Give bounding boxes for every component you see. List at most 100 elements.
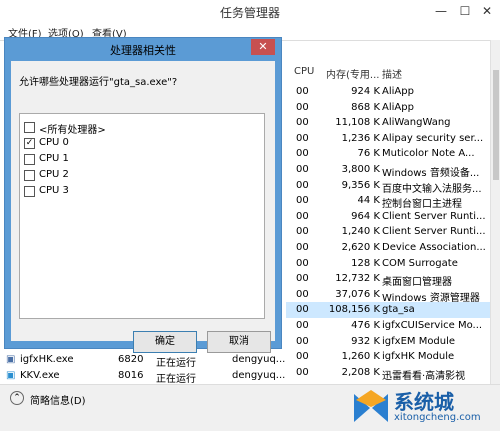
cell-cpu: 00 xyxy=(296,148,309,160)
taskmgr-titlebar: 任务管理器 — ☐ ✕ xyxy=(0,0,500,24)
checkbox-label: CPU 1 xyxy=(39,153,69,164)
table-row[interactable]: 00 1,240 K Client Server Runti... xyxy=(286,224,490,240)
process-icon: ▣ xyxy=(6,354,16,365)
table-row[interactable]: 00 76 K Muticolor Note A... xyxy=(286,146,490,162)
table-row[interactable]: 00 11,108 K AliWangWang xyxy=(286,115,490,131)
checkbox[interactable] xyxy=(24,154,35,165)
cell-desc: AliWangWang xyxy=(382,117,451,129)
checkbox-label: CPU 3 xyxy=(39,185,69,196)
checkbox-label: CPU 2 xyxy=(39,169,69,180)
cell-cpu: 00 xyxy=(296,117,309,129)
cell-mem: 932 K xyxy=(351,335,380,347)
checkbox-checked[interactable]: ✓ xyxy=(24,138,35,149)
cell-mem: 37,076 K xyxy=(335,288,380,300)
cell-mem: 128 K xyxy=(351,257,380,269)
cell-desc: Device Association... xyxy=(382,242,486,253)
cell-desc: AliApp xyxy=(382,101,414,113)
table-row[interactable]: ▣ igfxHK.exe 6820 正在运行 dengyuq... xyxy=(6,352,286,369)
cell-cpu: 00 xyxy=(296,335,309,347)
dialog-close-button[interactable]: ✕ xyxy=(251,39,275,55)
table-row[interactable]: 00 9,356 K 百度中文输入法服务... xyxy=(286,178,490,195)
table-row[interactable]: 00 932 KigfxEM Module xyxy=(286,334,490,350)
cell-mem: 12,732 K xyxy=(335,273,380,285)
close-button[interactable]: ✕ xyxy=(476,3,498,19)
table-row[interactable]: 00 3,800 K Windows 音频设备... xyxy=(286,162,490,179)
cell-desc: Client Server Runti... xyxy=(382,210,486,222)
cell-mem: 2,208 K xyxy=(341,366,380,378)
cell-cpu: 00 xyxy=(296,366,309,378)
cell-cpu: 00 xyxy=(296,257,309,269)
cell-mem: 3,800 K xyxy=(341,164,380,175)
process-user: dengyuq... xyxy=(232,354,286,365)
checkbox-label: <所有处理器> xyxy=(39,125,106,136)
cell-cpu: 00 xyxy=(296,179,309,191)
cell-desc: COM Surrogate xyxy=(382,257,458,269)
cell-cpu: 00 xyxy=(296,320,309,331)
table-row[interactable]: ▣ KKV.exe 8016 正在运行 dengyuq... xyxy=(6,368,286,385)
table-row[interactable]: 00 1,260 KigfxHK Module xyxy=(286,349,490,365)
chevron-up-icon[interactable]: ⌃ xyxy=(10,391,24,405)
processor-list[interactable]: <所有处理器> ✓ CPU 0 CPU 1 CPU 2 CPU 3 xyxy=(19,113,265,319)
col-header-memory[interactable]: 内存(专用... xyxy=(326,66,379,81)
cell-desc: Muticolor Note A... xyxy=(382,148,475,160)
process-name: igfxHK.exe xyxy=(20,354,74,365)
watermark-url: xitongcheng.com xyxy=(394,412,481,423)
minimize-button[interactable]: — xyxy=(430,3,452,19)
cell-mem: 108,156 K xyxy=(328,304,380,316)
cell-cpu: 00 xyxy=(296,273,309,285)
dialog-title: 处理器相关性 xyxy=(110,44,176,57)
cell-cpu: 00 xyxy=(296,226,309,238)
checkbox[interactable] xyxy=(24,170,35,181)
table-row[interactable]: 00 128 K COM Surrogate xyxy=(286,256,490,272)
process-status: 正在运行 xyxy=(156,374,196,385)
table-row[interactable]: 00 1,236 K Alipay security ser... xyxy=(286,131,490,147)
watermark-brand: 系统城 xyxy=(394,390,454,414)
fewer-details-link[interactable]: 简略信息(D) xyxy=(30,392,86,407)
table-row[interactable]: 00 37,076 K Windows 资源管理器 xyxy=(286,287,490,304)
checkbox[interactable] xyxy=(24,122,35,133)
table-row[interactable]: 00 868 K AliApp xyxy=(286,100,490,116)
cell-cpu: 00 xyxy=(296,164,309,175)
table-row[interactable]: 00 476 KigfxCUIService Mo... xyxy=(286,318,490,334)
cell-cpu: 00 xyxy=(296,288,309,300)
process-name: KKV.exe xyxy=(20,370,60,381)
cell-cpu: 00 xyxy=(296,195,309,207)
cancel-button[interactable]: 取消 xyxy=(207,331,271,353)
window-title: 任务管理器 xyxy=(219,6,280,20)
scrollbar[interactable] xyxy=(490,40,500,384)
affinity-dialog: 处理器相关性 ✕ 允许哪些处理器运行"gta_sa.exe"? <所有处理器> … xyxy=(4,37,282,353)
cell-cpu: 00 xyxy=(296,132,309,144)
cell-mem: 1,240 K xyxy=(341,226,380,238)
col-header-description[interactable]: 描述 xyxy=(382,66,402,81)
table-row[interactable]: 00 2,208 K 迅雷看看·高清影视 xyxy=(286,365,490,382)
cell-mem: 76 K xyxy=(357,148,380,160)
cell-cpu: 00 xyxy=(296,242,309,253)
ok-button[interactable]: 确定 xyxy=(133,331,197,353)
cell-desc: igfxCUIService Mo... xyxy=(382,320,483,331)
cell-mem: 1,236 K xyxy=(341,132,380,144)
cell-mem: 11,108 K xyxy=(335,117,380,129)
cell-desc: Client Server Runti... xyxy=(382,226,486,238)
table-row[interactable]: 00 108,156 Kgta_sa xyxy=(286,302,490,319)
process-pid: 8016 xyxy=(118,370,144,381)
checkbox[interactable] xyxy=(24,186,35,197)
cell-mem: 2,620 K xyxy=(341,242,380,253)
table-row[interactable]: 00 12,732 K 桌面窗口管理器 xyxy=(286,271,490,288)
cell-mem: 9,356 K xyxy=(341,179,380,191)
table-row[interactable]: 00 964 K Client Server Runti... xyxy=(286,209,490,225)
table-row[interactable]: 00 2,620 K Device Association... xyxy=(286,240,490,256)
cell-mem: 44 K xyxy=(357,195,380,207)
scrollbar-thumb[interactable] xyxy=(493,70,499,180)
cell-desc: Alipay security ser... xyxy=(382,132,484,144)
table-row[interactable]: 00 924 K AliApp xyxy=(286,84,490,100)
process-pid: 6820 xyxy=(118,354,144,365)
cell-cpu: 00 xyxy=(296,304,309,316)
table-row[interactable]: 00 44 K 控制台窗口主进程 xyxy=(286,193,490,210)
cell-desc: gta_sa xyxy=(382,304,415,316)
maximize-button[interactable]: ☐ xyxy=(454,3,476,19)
process-status: 正在运行 xyxy=(156,358,196,369)
process-user: dengyuq... xyxy=(232,370,286,381)
cell-mem: 868 K xyxy=(351,101,380,113)
cell-desc: igfxEM Module xyxy=(382,335,456,347)
col-header-cpu[interactable]: CPU xyxy=(294,66,314,77)
